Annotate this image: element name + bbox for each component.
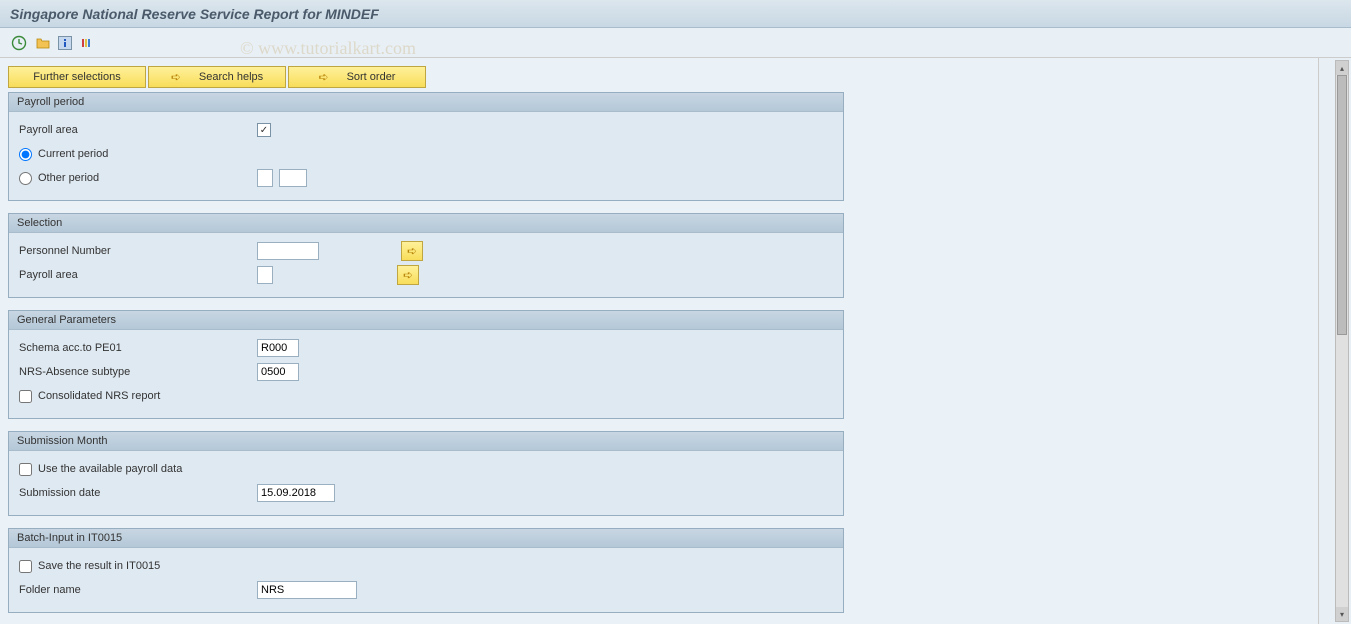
selection-payroll-area-label: Payroll area xyxy=(19,269,251,281)
button-label: Sort order xyxy=(347,71,396,83)
folder-name-field[interactable] xyxy=(257,581,357,599)
other-period-input[interactable] xyxy=(19,172,32,185)
use-available-checkbox-input[interactable] xyxy=(19,463,32,476)
current-period-radio[interactable]: Current period xyxy=(19,148,108,161)
personnel-number-label: Personnel Number xyxy=(19,245,251,257)
scroll-thumb[interactable] xyxy=(1337,75,1347,335)
other-period-field-2[interactable] xyxy=(279,169,307,187)
selection-panel: Selection Personnel Number ➪ Payroll are… xyxy=(8,213,844,298)
nrs-absence-subtype-label: NRS-Absence subtype xyxy=(19,366,251,378)
schema-label: Schema acc.to PE01 xyxy=(19,342,251,354)
form-area: Further selections ➪ Search helps ➪ Sort… xyxy=(0,58,1318,624)
panel-header: Selection xyxy=(9,214,843,233)
content-wrapper: Further selections ➪ Search helps ➪ Sort… xyxy=(0,58,1351,624)
scroll-up-icon[interactable]: ▴ xyxy=(1336,61,1348,75)
payroll-period-panel: Payroll period Payroll area ✓ Current pe… xyxy=(8,92,844,201)
consolidated-checkbox-input[interactable] xyxy=(19,390,32,403)
personnel-number-field[interactable] xyxy=(257,242,319,260)
further-selections-button[interactable]: Further selections xyxy=(8,66,146,88)
general-parameters-panel: General Parameters Schema acc.to PE01 NR… xyxy=(8,310,844,419)
panel-header: Payroll period xyxy=(9,93,843,112)
nrs-absence-subtype-field[interactable] xyxy=(257,363,299,381)
personnel-number-multi-select-button[interactable]: ➪ xyxy=(401,241,423,261)
arrow-right-icon: ➪ xyxy=(407,244,417,258)
search-helps-button[interactable]: ➪ Search helps xyxy=(148,66,286,88)
payroll-area-checkbox[interactable]: ✓ xyxy=(257,123,271,137)
schema-field[interactable] xyxy=(257,339,299,357)
right-gutter: ▴ ▾ xyxy=(1318,58,1351,624)
title-bar: Singapore National Reserve Service Repor… xyxy=(0,0,1351,28)
submission-date-field[interactable] xyxy=(257,484,335,502)
info-icon[interactable] xyxy=(58,36,72,50)
payroll-area-label: Payroll area xyxy=(19,124,251,136)
submission-date-label: Submission date xyxy=(19,487,251,499)
use-available-payroll-checkbox[interactable]: Use the available payroll data xyxy=(19,463,182,476)
sort-order-button[interactable]: ➪ Sort order xyxy=(288,66,426,88)
payroll-area-multi-select-button[interactable]: ➪ xyxy=(397,265,419,285)
checkbox-label: Use the available payroll data xyxy=(38,463,182,475)
menu-icon[interactable] xyxy=(78,34,96,52)
vertical-scrollbar[interactable]: ▴ ▾ xyxy=(1335,60,1349,622)
folder-name-label: Folder name xyxy=(19,584,251,596)
other-period-field-1[interactable] xyxy=(257,169,273,187)
batch-input-panel: Batch-Input in IT0015 Save the result in… xyxy=(8,528,844,613)
consolidated-nrs-report-checkbox[interactable]: Consolidated NRS report xyxy=(19,390,160,403)
button-label: Further selections xyxy=(33,71,120,83)
checkbox-label: Consolidated NRS report xyxy=(38,390,160,402)
other-period-radio[interactable]: Other period xyxy=(19,172,251,185)
execute-icon[interactable] xyxy=(10,34,28,52)
scroll-down-icon[interactable]: ▾ xyxy=(1336,607,1348,621)
panel-header: Submission Month xyxy=(9,432,843,451)
action-buttons: Further selections ➪ Search helps ➪ Sort… xyxy=(8,66,1310,88)
arrow-right-icon: ➪ xyxy=(171,70,181,84)
get-variant-icon[interactable] xyxy=(34,34,52,52)
save-result-checkbox[interactable]: Save the result in IT0015 xyxy=(19,560,160,573)
panel-header: General Parameters xyxy=(9,311,843,330)
arrow-right-icon: ➪ xyxy=(319,70,329,84)
submission-month-panel: Submission Month Use the available payro… xyxy=(8,431,844,516)
radio-label: Current period xyxy=(38,148,108,160)
button-label: Search helps xyxy=(199,71,263,83)
arrow-right-icon: ➪ xyxy=(403,268,413,282)
selection-payroll-area-field[interactable] xyxy=(257,266,273,284)
checkbox-label: Save the result in IT0015 xyxy=(38,560,160,572)
page-title: Singapore National Reserve Service Repor… xyxy=(10,6,379,22)
radio-label: Other period xyxy=(38,172,99,184)
toolbar xyxy=(0,28,1351,58)
panel-header: Batch-Input in IT0015 xyxy=(9,529,843,548)
current-period-input[interactable] xyxy=(19,148,32,161)
save-result-checkbox-input[interactable] xyxy=(19,560,32,573)
